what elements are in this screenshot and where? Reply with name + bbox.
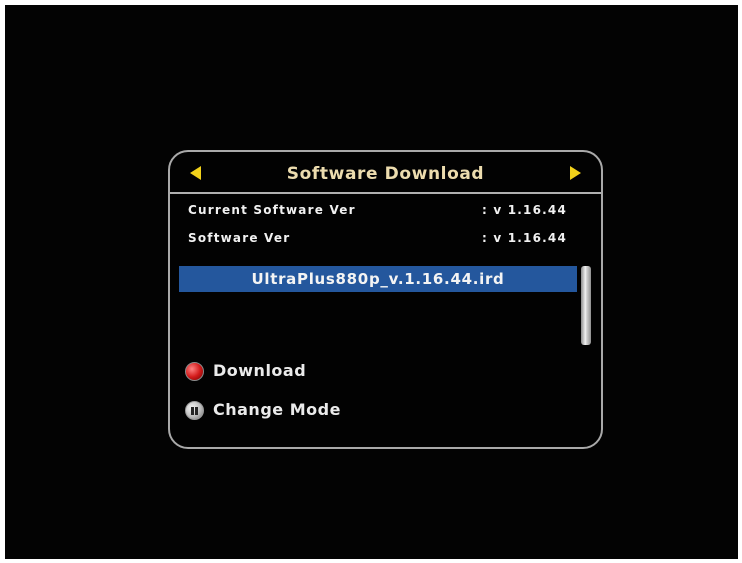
- software-version-label: Software Ver: [188, 231, 291, 245]
- software-download-dialog: Software Download Current Software Ver :…: [168, 150, 603, 449]
- software-version-row: Software Ver : v 1.16.44: [188, 231, 567, 247]
- current-software-version-row: Current Software Ver : v 1.16.44: [188, 203, 567, 219]
- download-label: Download: [213, 361, 307, 380]
- title-bar: Software Download: [170, 152, 601, 194]
- red-button-icon: [185, 362, 204, 381]
- change-mode-label: Change Mode: [213, 400, 341, 419]
- scrollbar-thumb[interactable]: [581, 266, 591, 345]
- current-software-version-value: : v 1.16.44: [481, 203, 567, 217]
- software-file-list: UltraPlus880p_v.1.16.44.ird: [179, 266, 583, 348]
- current-software-version-label: Current Software Ver: [188, 203, 356, 217]
- file-list-scrollbar[interactable]: [581, 266, 591, 345]
- list-item[interactable]: UltraPlus880p_v.1.16.44.ird: [179, 266, 577, 292]
- tv-screen: Software Download Current Software Ver :…: [5, 5, 738, 559]
- right-arrow-icon[interactable]: [570, 166, 581, 180]
- dialog-title: Software Download: [286, 164, 485, 184]
- software-version-value: : v 1.16.44: [481, 231, 567, 245]
- pause-button-icon: [185, 401, 204, 420]
